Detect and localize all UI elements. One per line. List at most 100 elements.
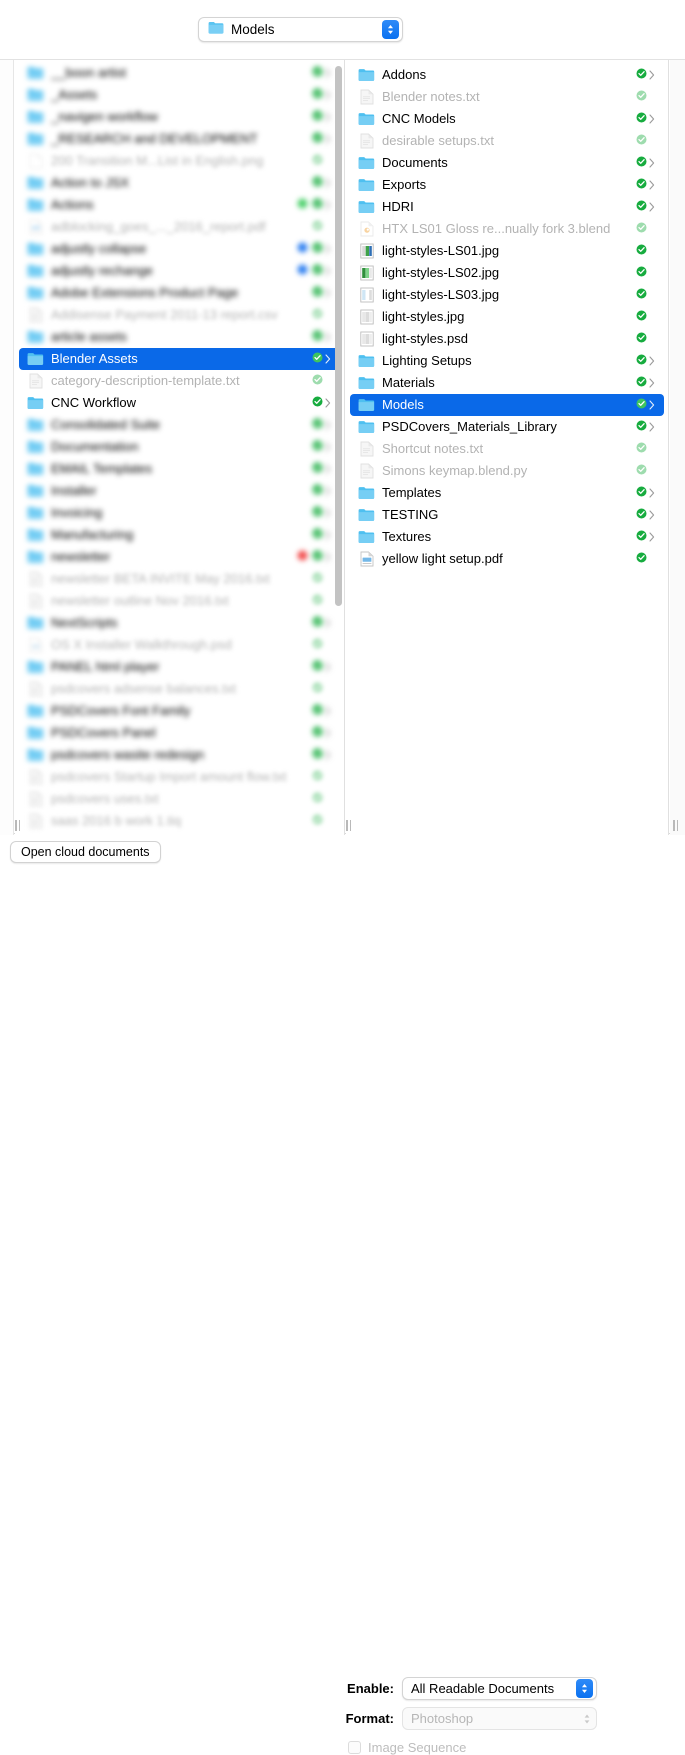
file-column-right[interactable]: Addons Blender notes.txt CNC Models desirab…	[346, 60, 669, 835]
file-row[interactable]: light-styles-LS03.jpg	[350, 284, 664, 306]
disclosure-chevron-icon[interactable]	[323, 464, 332, 474]
disclosure-chevron-icon[interactable]	[323, 486, 332, 496]
file-row[interactable]: psdcovers adsense balances.txt	[19, 678, 340, 700]
right-column-resize-grip[interactable]	[346, 820, 351, 831]
disclosure-chevron-icon[interactable]	[647, 202, 656, 212]
file-row[interactable]: Adobe Extensions Product Page	[19, 282, 340, 304]
disclosure-chevron-icon[interactable]	[647, 180, 656, 190]
file-row[interactable]: adjustly collapse	[19, 238, 340, 260]
file-row[interactable]: newsletter outline Nov 2016.txt	[19, 590, 340, 612]
disclosure-chevron-icon[interactable]	[323, 442, 332, 452]
file-row[interactable]: article assets	[19, 326, 340, 348]
file-row[interactable]: HTX LS01 Gloss re...nually fork 3.blend	[350, 218, 664, 240]
file-row[interactable]: light-styles-LS01.jpg	[350, 240, 664, 262]
file-row[interactable]: newsletter	[19, 546, 340, 568]
file-row[interactable]: light-styles-LS02.jpg	[350, 262, 664, 284]
file-row[interactable]: Documentation	[19, 436, 340, 458]
file-row[interactable]: category-description-template.txt	[19, 370, 340, 392]
file-row[interactable]: EMAIL Templates	[19, 458, 340, 480]
file-row[interactable]: Simons keymap.blend.py	[350, 460, 664, 482]
open-cloud-documents-button[interactable]: Open cloud documents	[10, 841, 161, 863]
disclosure-chevron-icon[interactable]	[647, 422, 656, 432]
disclosure-chevron-icon[interactable]	[323, 398, 332, 408]
disclosure-chevron-icon[interactable]	[647, 488, 656, 498]
disclosure-chevron-icon[interactable]	[647, 158, 656, 168]
disclosure-chevron-icon[interactable]	[647, 70, 656, 80]
disclosure-chevron-icon[interactable]	[647, 510, 656, 520]
file-row[interactable]: PSDCovers Font Family	[19, 700, 340, 722]
file-row[interactable]: light-styles.psd	[350, 328, 664, 350]
disclosure-chevron-icon[interactable]	[323, 68, 332, 78]
disclosure-chevron-icon[interactable]	[323, 134, 332, 144]
file-row[interactable]: Actions	[19, 194, 340, 216]
disclosure-chevron-icon[interactable]	[323, 244, 332, 254]
file-row[interactable]: Addisense Payment 2011-13 report.csv	[19, 304, 340, 326]
file-row[interactable]: _navigen workflow	[19, 106, 340, 128]
disclosure-chevron-icon[interactable]	[323, 420, 332, 430]
file-row[interactable]: Shortcut notes.txt	[350, 438, 664, 460]
file-row[interactable]: Invoicing	[19, 502, 340, 524]
file-row[interactable]: Manufacturing	[19, 524, 340, 546]
file-row[interactable]: psdcovers Startup Import amount flow.txt	[19, 766, 340, 788]
file-row[interactable]: Models	[350, 394, 664, 416]
path-popup-button[interactable]: Models	[198, 17, 403, 42]
disclosure-chevron-icon[interactable]	[323, 354, 332, 364]
file-row[interactable]: Action to JSX	[19, 172, 340, 194]
file-row[interactable]: CNC Models	[350, 108, 664, 130]
file-row[interactable]: Lighting Setups	[350, 350, 664, 372]
disclosure-chevron-icon[interactable]	[647, 356, 656, 366]
file-row[interactable]: Blender Assets	[19, 348, 340, 370]
disclosure-chevron-icon[interactable]	[323, 508, 332, 518]
disclosure-chevron-icon[interactable]	[323, 178, 332, 188]
file-row[interactable]: psdcovers wasite redesign	[19, 744, 340, 766]
left-column-resize-grip[interactable]	[15, 820, 20, 831]
disclosure-chevron-icon[interactable]	[323, 288, 332, 298]
file-row[interactable]: Exports	[350, 174, 664, 196]
file-column-left[interactable]: __boon artist _Assets _navigen workflow _RE…	[15, 60, 345, 835]
disclosure-chevron-icon[interactable]	[323, 618, 332, 628]
file-row[interactable]: newsletter BETA INVITE May 2016.txt	[19, 568, 340, 590]
disclosure-chevron-icon[interactable]	[647, 532, 656, 542]
file-row[interactable]: Templates	[350, 482, 664, 504]
file-row[interactable]: CNC Workflow	[19, 392, 340, 414]
file-row[interactable]: PSDCovers_Materials_Library	[350, 416, 664, 438]
file-row[interactable]: adblocking_goes_..._2016_report.pdf	[19, 216, 340, 238]
file-row[interactable]: OS X Installer Walkthrough.psd	[19, 634, 340, 656]
file-row[interactable]: Textures	[350, 526, 664, 548]
file-row[interactable]: Installer	[19, 480, 340, 502]
disclosure-chevron-icon[interactable]	[647, 400, 656, 410]
file-row[interactable]: light-styles.jpg	[350, 306, 664, 328]
disclosure-chevron-icon[interactable]	[323, 662, 332, 672]
disclosure-chevron-icon[interactable]	[323, 266, 332, 276]
file-row[interactable]: NextScripts	[19, 612, 340, 634]
disclosure-chevron-icon[interactable]	[323, 90, 332, 100]
file-row[interactable]: Addons	[350, 64, 664, 86]
file-row[interactable]: Documents	[350, 152, 664, 174]
file-row[interactable]: saas 2016 b work 1.tiq	[19, 810, 340, 832]
disclosure-chevron-icon[interactable]	[323, 112, 332, 122]
file-row[interactable]: adjustly rechange	[19, 260, 340, 282]
file-row[interactable]: __boon artist	[19, 62, 340, 84]
file-row[interactable]: 200 Transition M...List in English.png	[19, 150, 340, 172]
disclosure-chevron-icon[interactable]	[323, 332, 332, 342]
enable-select[interactable]: All Readable Documents	[402, 1677, 597, 1700]
file-row[interactable]: yellow light setup.pdf	[350, 548, 664, 570]
disclosure-chevron-icon[interactable]	[323, 200, 332, 210]
disclosure-chevron-icon[interactable]	[323, 706, 332, 716]
disclosure-chevron-icon[interactable]	[323, 728, 332, 738]
disclosure-chevron-icon[interactable]	[323, 750, 332, 760]
left-column-scrollbar[interactable]	[333, 62, 344, 832]
file-row[interactable]: PANEL html player	[19, 656, 340, 678]
disclosure-chevron-icon[interactable]	[647, 114, 656, 124]
file-row[interactable]: TESTING	[350, 504, 664, 526]
file-row[interactable]: HDRI	[350, 196, 664, 218]
file-row[interactable]: psdcovers uses.txt	[19, 788, 340, 810]
file-row[interactable]: _RESEARCH and DEVELOPMENT	[19, 128, 340, 150]
up-down-arrows-icon[interactable]	[382, 20, 399, 39]
disclosure-chevron-icon[interactable]	[647, 378, 656, 388]
disclosure-chevron-icon[interactable]	[323, 530, 332, 540]
file-row[interactable]: PSDCovers Panel	[19, 722, 340, 744]
file-row[interactable]: desirable setups.txt	[350, 130, 664, 152]
disclosure-chevron-icon[interactable]	[323, 552, 332, 562]
left-scrollbar-thumb[interactable]	[335, 66, 342, 606]
